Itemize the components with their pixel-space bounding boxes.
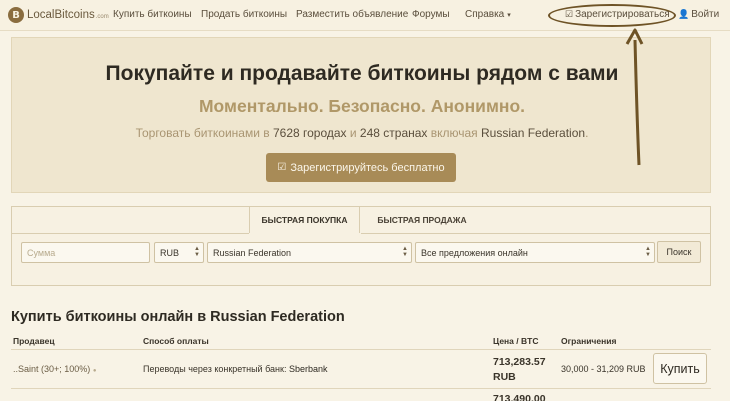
checkbox-icon: ☑: [277, 162, 287, 173]
currency-value: RUB: [160, 247, 180, 258]
offers-value: Все предложения онлайн: [421, 247, 528, 258]
tab-quick-sell[interactable]: БЫСТРАЯ ПРОДАЖА: [362, 207, 482, 233]
hero-banner: Покупайте и продавайте биткоины рядом с …: [11, 37, 711, 193]
nav-post-ad[interactable]: Разместить объявление: [296, 9, 408, 20]
country-select[interactable]: Russian Federation ▲ ▼: [207, 242, 412, 263]
search-button[interactable]: Поиск: [657, 241, 701, 263]
login-label: Войти: [691, 9, 720, 20]
caret-down-icon: ▾: [507, 12, 511, 19]
hero-line-text: включая: [427, 126, 482, 140]
nav-buy-bitcoins[interactable]: Купить биткоины: [113, 9, 192, 20]
payment-bank: Sberbank: [288, 364, 328, 374]
tab-divider: [361, 233, 710, 234]
country-value: Russian Federation: [213, 247, 292, 258]
register-free-label: Зарегистрируйтесь бесплатно: [290, 161, 445, 174]
nav-forums[interactable]: Форумы: [412, 9, 450, 20]
logo[interactable]: B LocalBitcoins .com: [8, 6, 109, 24]
nav-help[interactable]: Справка ▾: [465, 9, 511, 20]
quick-search-panel: БЫСТРАЯ ПОКУПКА БЫСТРАЯ ПРОДАЖА Сумма RU…: [11, 206, 711, 286]
logo-domain: .com: [95, 14, 109, 20]
hero-line-text: и: [346, 126, 360, 140]
hero-subtitle: Моментально. Безопасно. Анонимно.: [198, 96, 526, 116]
bitcoin-logo-icon: B: [8, 7, 24, 23]
price-value: 713,490.00: [493, 393, 546, 401]
seller-name[interactable]: ..Saint (30+; 100%) ●: [13, 364, 96, 374]
user-icon: 👤: [678, 9, 690, 19]
amount-input[interactable]: Сумма: [21, 242, 150, 263]
currency-select[interactable]: RUB ▲ ▼: [154, 242, 204, 263]
payment-method: Переводы через конкретный банк: Sberbank: [143, 364, 327, 374]
logo-text: LocalBitcoins: [27, 9, 95, 21]
col-limits: Ограничения: [561, 336, 617, 346]
table-divider: [11, 388, 711, 389]
col-payment: Способ оплаты: [143, 336, 209, 346]
register-free-button[interactable]: ☑ Зарегистрируйтесь бесплатно: [266, 153, 456, 182]
select-arrows-icon: ▲ ▼: [402, 246, 408, 258]
nav-help-label: Справка: [465, 9, 505, 20]
limits-value: 30,000 - 31,209 RUB: [561, 364, 646, 374]
select-arrows-icon: ▲ ▼: [645, 246, 651, 258]
price-value: 713,283.57 RUB: [493, 355, 546, 385]
online-status-icon: ●: [92, 368, 97, 374]
hero-country: Russian Federation: [481, 126, 586, 140]
hero-cities: 7628 городах: [272, 126, 347, 140]
table-divider: [11, 349, 711, 350]
listing-title: Купить биткоины онлайн в Russian Federat…: [11, 309, 345, 325]
col-price: Цена / BTC: [493, 336, 539, 346]
price-amount: 713,283.57: [493, 356, 546, 368]
buy-button[interactable]: Купить: [653, 353, 707, 384]
login-link[interactable]: 👤 Войти: [678, 9, 719, 20]
offers-select[interactable]: Все предложения онлайн ▲ ▼: [415, 242, 655, 263]
select-arrows-icon: ▲ ▼: [194, 246, 200, 258]
hero-line-text: .: [585, 126, 589, 140]
seller-label: ..Saint (30+; 100%): [13, 364, 91, 374]
hero-countries: 248 странах: [359, 126, 428, 140]
price-currency: RUB: [493, 371, 516, 383]
col-seller: Продавец: [13, 336, 55, 346]
annotation-oval: [548, 4, 676, 27]
payment-label: Переводы через конкретный банк:: [143, 364, 289, 374]
tab-quick-buy[interactable]: БЫСТРАЯ ПОКУПКА: [249, 207, 360, 233]
nav-sell-bitcoins[interactable]: Продать биткоины: [201, 9, 287, 20]
hero-stats-line: Торговать биткоинами в 7628 городах и 24…: [12, 126, 712, 140]
tab-divider: [12, 233, 249, 234]
hero-line-text: Торговать биткоинами в: [135, 126, 273, 140]
hero-title: Покупайте и продавайте биткоины рядом с …: [105, 62, 619, 85]
